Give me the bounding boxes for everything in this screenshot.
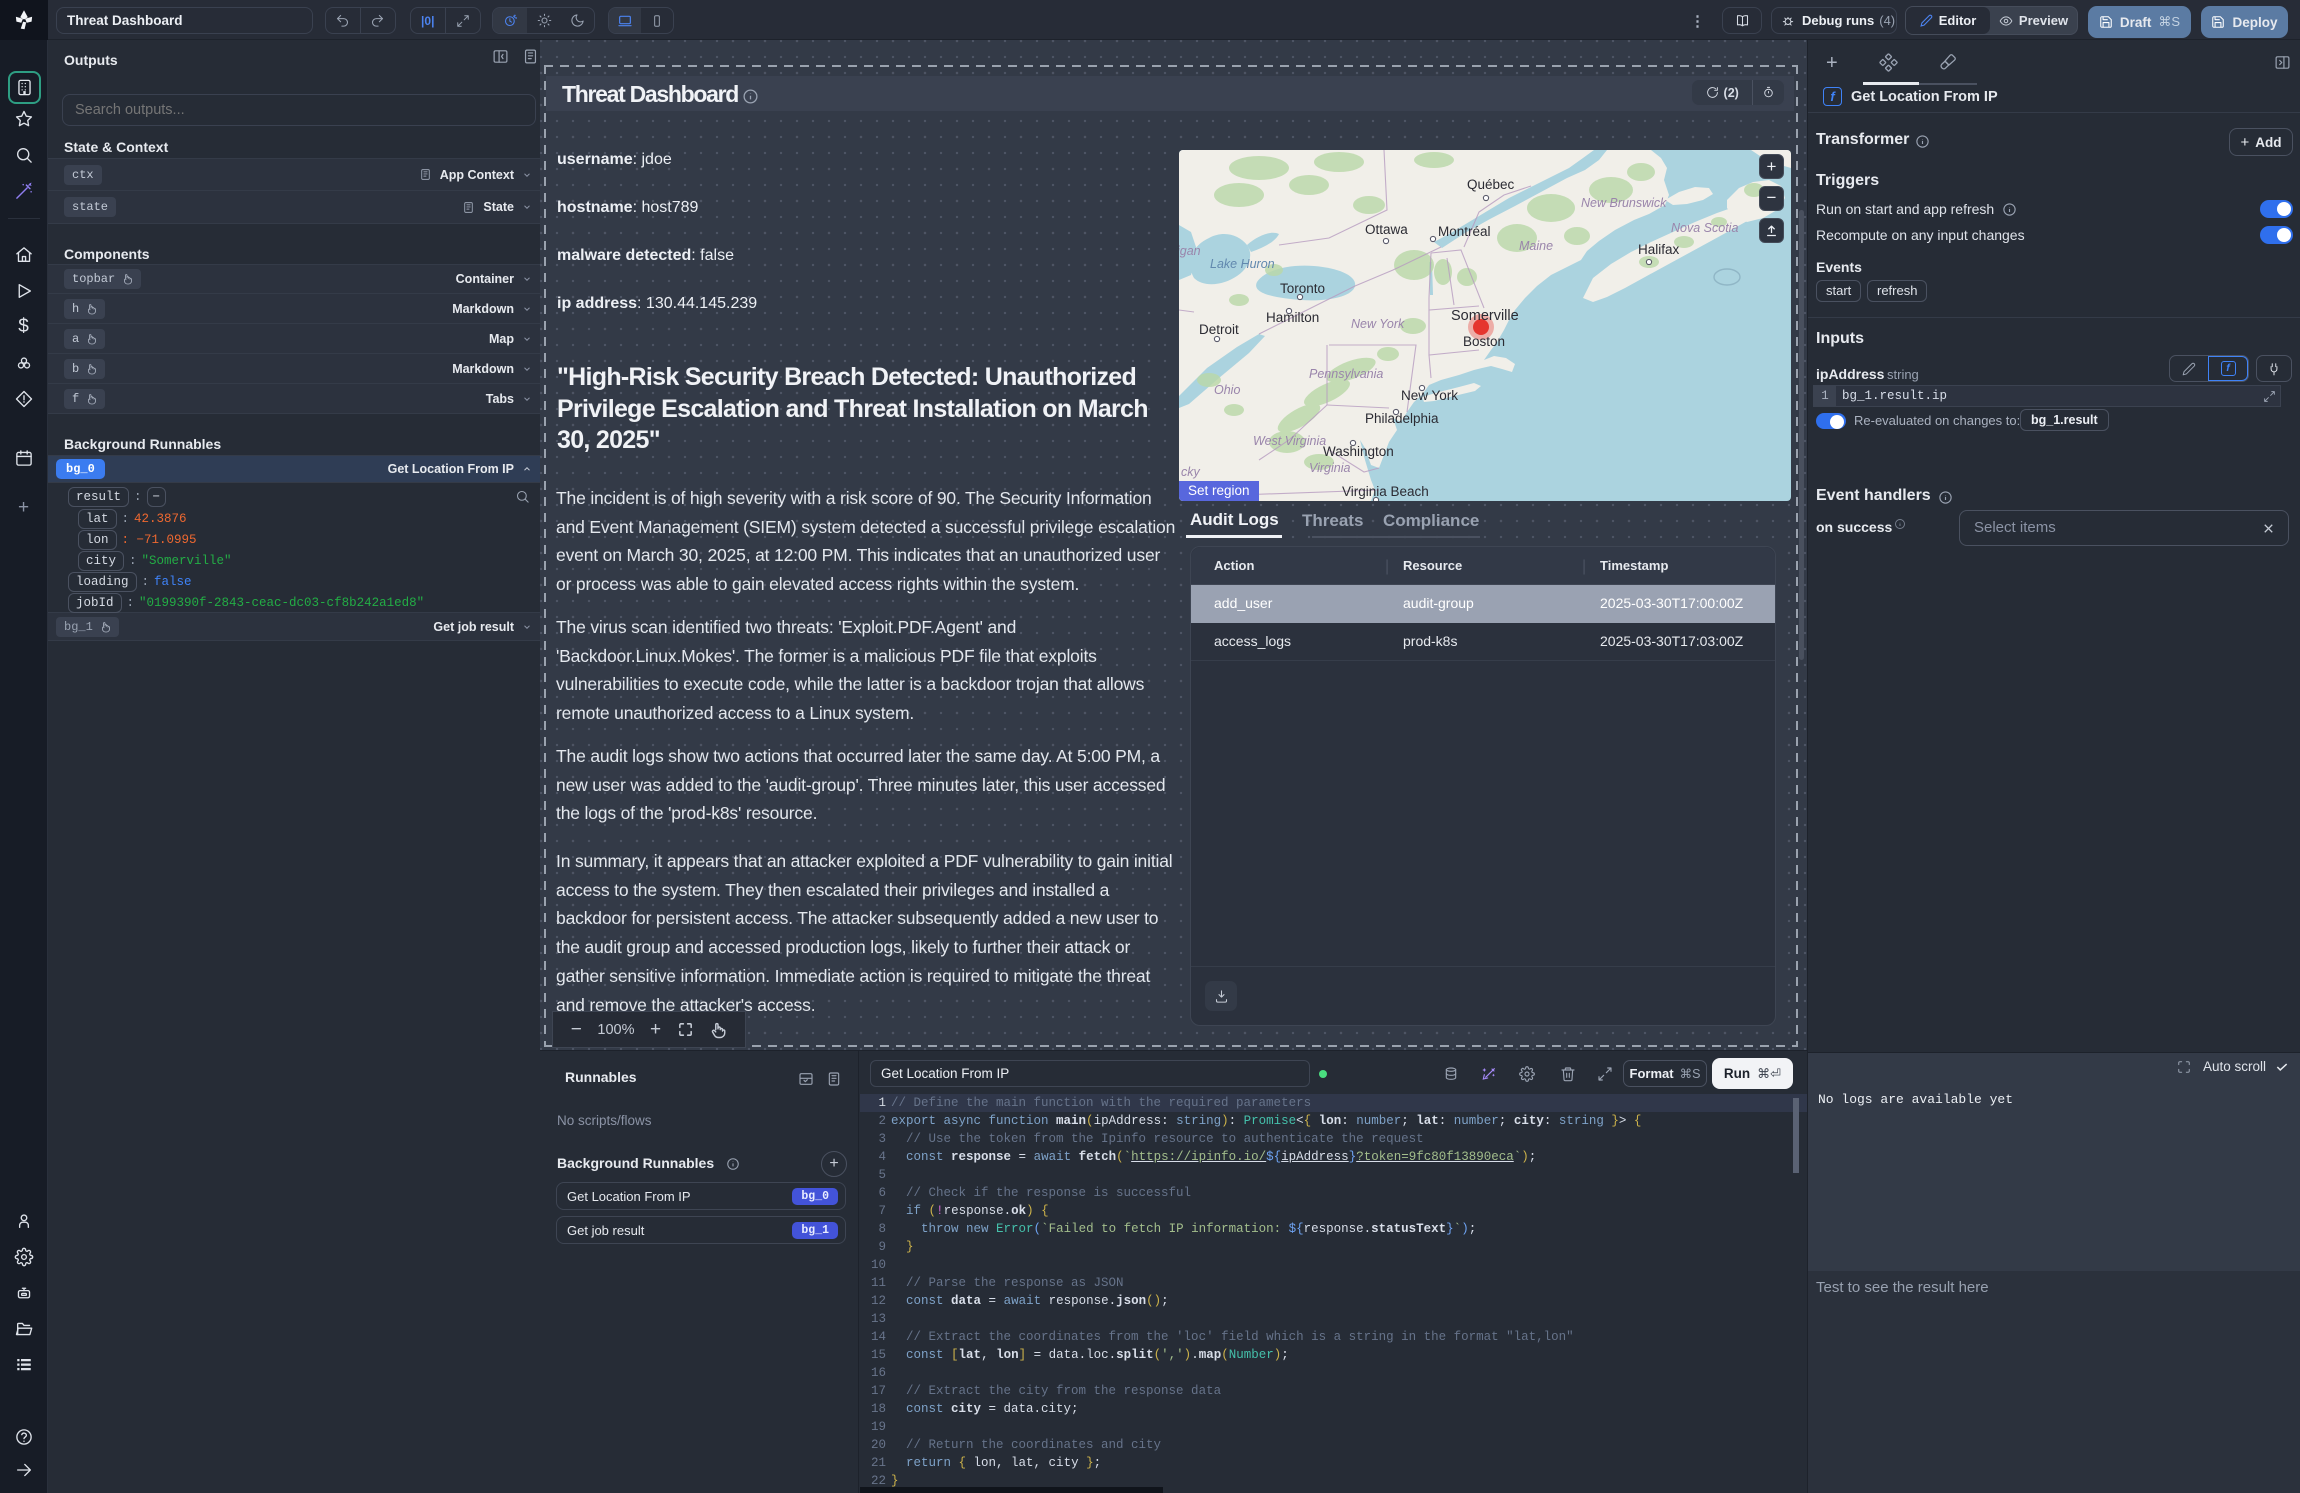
svg-text:New Brunswick: New Brunswick bbox=[1581, 196, 1667, 210]
svg-text:Québec: Québec bbox=[1467, 177, 1515, 192]
svg-text:Halifax: Halifax bbox=[1638, 242, 1680, 257]
svg-text:Detroit: Detroit bbox=[1199, 322, 1239, 337]
svg-text:cky: cky bbox=[1181, 465, 1201, 479]
svg-text:Pennsylvania: Pennsylvania bbox=[1309, 367, 1383, 381]
svg-text:Boston: Boston bbox=[1463, 334, 1505, 349]
svg-text:Philadelphia: Philadelphia bbox=[1365, 411, 1439, 426]
svg-text:West Virginia: West Virginia bbox=[1253, 434, 1326, 448]
svg-text:Lake Huron: Lake Huron bbox=[1210, 257, 1275, 271]
svg-text:Ottawa: Ottawa bbox=[1365, 222, 1408, 237]
svg-text:New York: New York bbox=[1351, 317, 1405, 331]
svg-text:igan: igan bbox=[1179, 244, 1201, 258]
svg-text:Toronto: Toronto bbox=[1280, 281, 1325, 296]
svg-text:Nova Scotia: Nova Scotia bbox=[1671, 221, 1738, 235]
svg-text:Virginia: Virginia bbox=[1309, 461, 1351, 475]
svg-text:Hamilton: Hamilton bbox=[1266, 310, 1319, 325]
svg-text:Maine: Maine bbox=[1519, 239, 1553, 253]
svg-text:Virginia Beach: Virginia Beach bbox=[1342, 484, 1429, 499]
svg-text:Washington: Washington bbox=[1323, 444, 1394, 459]
svg-text:Somerville: Somerville bbox=[1451, 308, 1519, 324]
svg-text:New York: New York bbox=[1401, 388, 1458, 403]
svg-text:Ohio: Ohio bbox=[1214, 383, 1240, 397]
svg-text:Montréal: Montréal bbox=[1438, 224, 1491, 239]
